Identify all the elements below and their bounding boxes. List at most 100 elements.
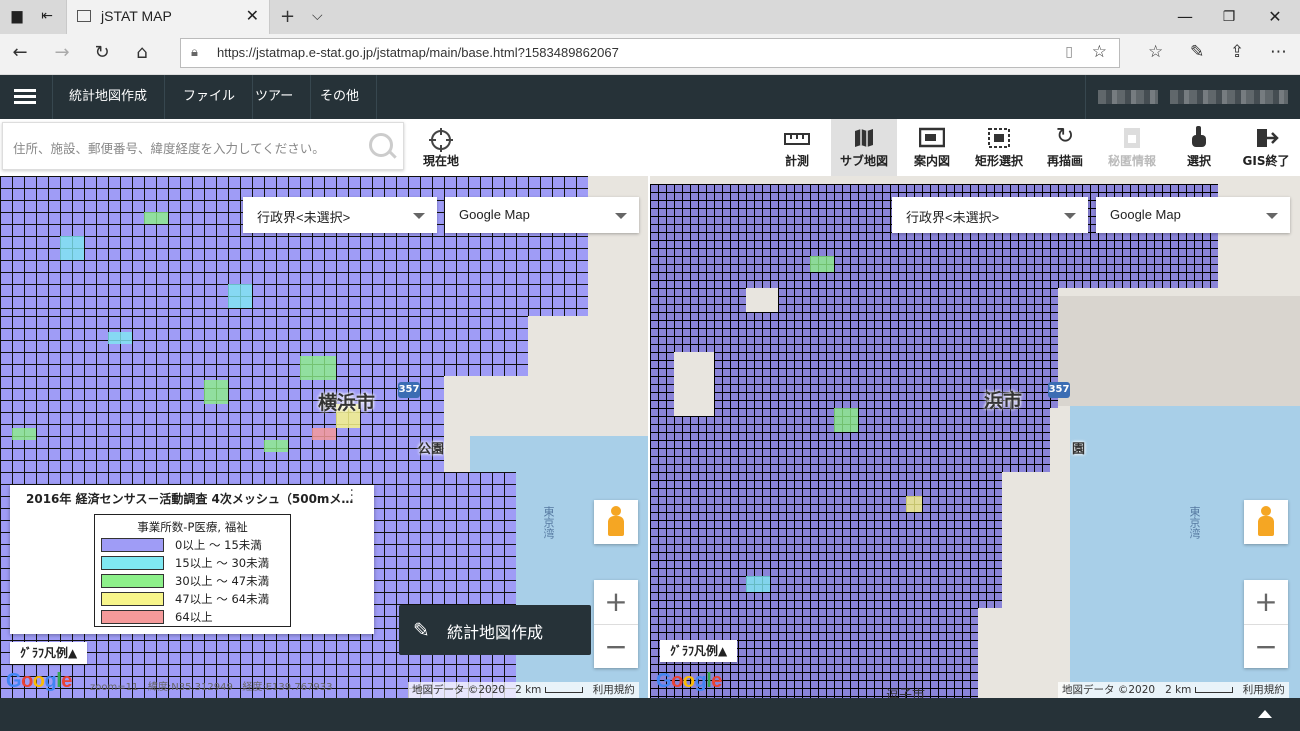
home-icon[interactable]: ⌂ bbox=[130, 42, 154, 63]
menu-map-create[interactable]: 統計地図作成 bbox=[52, 75, 166, 119]
hamburger-menu-icon[interactable] bbox=[0, 75, 53, 119]
legend-menu-icon[interactable]: · · · bbox=[350, 484, 354, 508]
menu-other[interactable]: その他 bbox=[303, 75, 378, 119]
redraw-icon: ↻ bbox=[1055, 124, 1075, 149]
crosshair-icon bbox=[413, 127, 469, 152]
chevron-down-icon bbox=[1064, 213, 1076, 219]
legend-swatch bbox=[101, 592, 164, 606]
boundary-select[interactable]: 行政界<未選択> bbox=[243, 197, 437, 233]
lock-icon: 🔒︎ bbox=[191, 45, 198, 60]
browser-tab-bar: ▆ ⇤ jSTAT MAP ✕ + ⌵ — ❐ ✕ bbox=[0, 0, 1300, 34]
tool-sub-map[interactable]: サブ地図 bbox=[831, 119, 897, 176]
tool-label: 案内図 bbox=[913, 154, 950, 168]
tool-label: 秘匿情報 bbox=[1107, 154, 1156, 168]
address-bar-row: ← → ↻ ⌂ 🔒︎ https://jstatmap.e-stat.go.jp… bbox=[0, 34, 1300, 75]
zoom-out-button[interactable]: − bbox=[594, 624, 638, 669]
expand-up-icon[interactable] bbox=[1258, 710, 1272, 718]
terms-link[interactable]: 利用規約 bbox=[593, 684, 635, 696]
boundary-select[interactable]: 行政界<未選択> bbox=[892, 197, 1088, 233]
user-info-blurred bbox=[1085, 75, 1300, 119]
favorites-icon[interactable]: ☆ bbox=[1148, 42, 1163, 62]
map-divider[interactable] bbox=[648, 176, 650, 698]
current-location-button[interactable]: 現在地 bbox=[413, 119, 469, 176]
map-attribution: 地図データ ©2020 2 km 利用規約 bbox=[408, 682, 639, 698]
forward-icon[interactable]: → bbox=[50, 42, 74, 63]
legend-label: 47以上 ～ 64未満 bbox=[175, 592, 270, 606]
create-stat-map-button[interactable]: ✎ 統計地図作成 bbox=[399, 605, 591, 655]
park-label: 公園 bbox=[418, 441, 445, 456]
search-box[interactable]: 住所、施設、郵便番号、緯度経度を入力してください。 bbox=[2, 122, 404, 170]
map-icon bbox=[831, 127, 897, 147]
zoom-in-button[interactable]: + bbox=[1244, 580, 1288, 624]
search-input[interactable]: 住所、施設、郵便番号、緯度経度を入力してください。 bbox=[13, 138, 325, 157]
tab-aside-icon[interactable]: ⇤ bbox=[38, 8, 56, 24]
tool-select[interactable]: 選択 bbox=[1172, 119, 1226, 176]
bay-label: 東京湾 bbox=[1188, 506, 1201, 539]
basemap-select[interactable]: Google Map bbox=[445, 197, 639, 233]
tab-list-chevron-icon[interactable]: ⌵ bbox=[312, 8, 323, 24]
tool-label: 再描画 bbox=[1046, 154, 1083, 168]
reading-view-icon[interactable]: ▯ bbox=[1065, 44, 1073, 60]
scale-label: 2 km bbox=[515, 684, 542, 696]
terms-link[interactable]: 利用規約 bbox=[1243, 684, 1285, 696]
new-tab-icon[interactable]: + bbox=[280, 6, 295, 27]
bottom-bar bbox=[0, 698, 1300, 731]
more-icon[interactable]: ⋯ bbox=[1270, 42, 1287, 62]
graph-legend-button[interactable]: ｸﾞﾗﾌ凡例▲ bbox=[660, 640, 738, 662]
tool-label: 計測 bbox=[784, 154, 809, 168]
boundary-select-value: 行政界<未選択> bbox=[257, 210, 351, 225]
legend-label: 64以上 bbox=[175, 610, 213, 624]
map-data-credit: 地図データ ©2020 bbox=[412, 684, 506, 696]
street-view-pegman[interactable] bbox=[1244, 500, 1288, 544]
google-logo: Google bbox=[656, 670, 722, 692]
zoom-control: + − bbox=[1244, 580, 1288, 668]
favorite-star-icon[interactable]: ☆ bbox=[1092, 42, 1107, 62]
route-shield: 357 bbox=[398, 382, 420, 398]
tab-manager-icon[interactable]: ▆ bbox=[8, 8, 26, 24]
latitude: 緯度:N35.312949 bbox=[147, 682, 233, 693]
legend-box: 事業所数-P医療, 福祉 0以上 ～ 15未満 15以上 ～ 30未満 30以上… bbox=[94, 514, 291, 627]
browser-tab[interactable]: jSTAT MAP ✕ bbox=[66, 0, 270, 34]
graph-legend-button[interactable]: ｸﾞﾗﾌ凡例▲ bbox=[10, 642, 88, 664]
tool-redraw[interactable]: ↻ 再描画 bbox=[1038, 119, 1092, 176]
tool-gis-exit[interactable]: GIS終了 bbox=[1234, 119, 1298, 176]
google-logo: Google bbox=[6, 670, 72, 692]
scale-label: 2 km bbox=[1165, 684, 1192, 696]
tool-confidential[interactable]: 秘匿情報 bbox=[1099, 119, 1165, 176]
route-shield: 357 bbox=[1048, 382, 1070, 398]
refresh-icon[interactable]: ↻ bbox=[90, 42, 114, 63]
share-icon[interactable]: ⇪ bbox=[1230, 42, 1244, 62]
legend-swatch bbox=[101, 574, 164, 588]
zoom-in-button[interactable]: + bbox=[594, 580, 638, 624]
basemap-select[interactable]: Google Map bbox=[1096, 197, 1290, 233]
chevron-down-icon bbox=[615, 213, 627, 219]
mesh-grid bbox=[0, 316, 528, 376]
close-window-icon[interactable]: ✕ bbox=[1252, 4, 1298, 30]
close-tab-icon[interactable]: ✕ bbox=[246, 6, 259, 25]
pen-icon[interactable]: ✎ bbox=[1190, 42, 1204, 62]
tool-label: 選択 bbox=[1186, 154, 1211, 168]
tool-guide-map[interactable]: 案内図 bbox=[905, 119, 959, 176]
mesh-grid bbox=[650, 472, 1002, 608]
map-data-credit: 地図データ ©2020 bbox=[1062, 684, 1156, 696]
zoom-out-button[interactable]: − bbox=[1244, 624, 1288, 669]
zoom-control: + − bbox=[594, 580, 638, 668]
street-view-pegman[interactable] bbox=[594, 500, 638, 544]
bottom-city-label: 逗子市 bbox=[886, 688, 926, 698]
url-field[interactable]: 🔒︎ https://jstatmap.e-stat.go.jp/jstatma… bbox=[180, 38, 1120, 68]
chevron-down-icon bbox=[413, 213, 425, 219]
back-icon[interactable]: ← bbox=[8, 42, 32, 63]
menu-tour[interactable]: ツアー bbox=[238, 75, 312, 119]
tool-measure[interactable]: 計測 bbox=[770, 119, 824, 176]
minimize-icon[interactable]: — bbox=[1162, 4, 1208, 30]
sub-map[interactable]: 浜市 園 357 東京湾 逗子市 行政界<未選択> Google Map + −… bbox=[650, 176, 1300, 698]
restore-icon[interactable]: ❐ bbox=[1206, 4, 1252, 30]
tool-rect-select[interactable]: 矩形選択 bbox=[966, 119, 1032, 176]
legend-label: 0以上 ～ 15未満 bbox=[175, 538, 262, 552]
legend-swatch bbox=[101, 556, 164, 570]
search-icon[interactable] bbox=[369, 133, 393, 157]
tool-label: 矩形選択 bbox=[974, 154, 1023, 168]
url-text: https://jstatmap.e-stat.go.jp/jstatmap/m… bbox=[217, 45, 619, 60]
park-label: 園 bbox=[1072, 441, 1086, 456]
city-label: 横浜市 bbox=[318, 393, 376, 414]
